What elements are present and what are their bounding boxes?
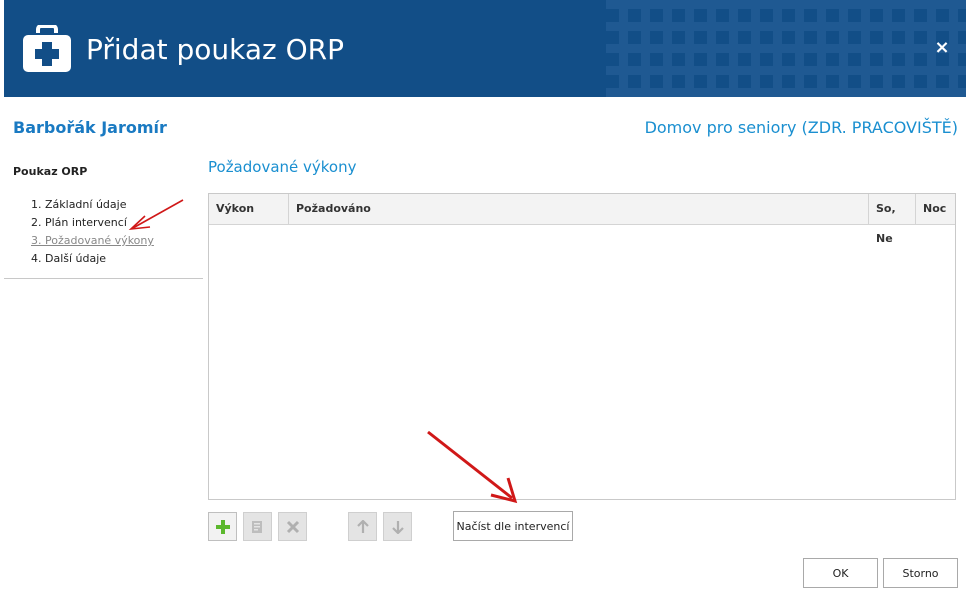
- edit-icon: [251, 520, 262, 533]
- column-header-requested[interactable]: Požadováno: [289, 194, 869, 224]
- step-other-info[interactable]: 4. Další údaje: [31, 250, 154, 268]
- ok-button[interactable]: OK: [803, 558, 878, 588]
- sidebar-divider: [4, 278, 203, 279]
- move-down-button[interactable]: [383, 512, 412, 541]
- cancel-button[interactable]: Storno: [883, 558, 958, 588]
- facility-name: Domov pro seniory (ZDR. PRACOVIŠTĚ): [644, 118, 958, 137]
- sidebar-title: Poukaz ORP: [13, 165, 88, 178]
- table-header: Výkon Požadováno So, Ne Noc: [209, 194, 955, 245]
- column-header-weekend[interactable]: So, Ne: [869, 194, 916, 245]
- section-title: Požadované výkony: [208, 158, 357, 176]
- column-header-night[interactable]: Noc: [916, 194, 955, 224]
- wizard-steps: 1. Základní údaje 2. Plán intervencí 3. …: [31, 196, 154, 268]
- close-button[interactable]: ×: [932, 38, 952, 58]
- plus-icon: [215, 519, 230, 534]
- edit-button[interactable]: [243, 512, 272, 541]
- step-basic-info[interactable]: 1. Základní údaje: [31, 196, 154, 214]
- delete-icon: [286, 520, 299, 533]
- step-required-services[interactable]: 3. Požadované výkony: [31, 232, 154, 250]
- load-from-interventions-button[interactable]: Načíst dle intervencí: [453, 511, 573, 541]
- step-intervention-plan[interactable]: 2. Plán intervencí: [31, 214, 154, 232]
- medical-kit-icon: [23, 25, 71, 72]
- arrow-down-icon: [391, 520, 404, 534]
- add-button[interactable]: [208, 512, 237, 541]
- column-header-service[interactable]: Výkon: [209, 194, 289, 224]
- services-table[interactable]: Výkon Požadováno So, Ne Noc: [208, 193, 956, 500]
- delete-button[interactable]: [278, 512, 307, 541]
- patient-name: Barbořák Jaromír: [13, 118, 167, 137]
- dialog-title: Přidat poukaz ORP: [86, 33, 345, 66]
- move-up-button[interactable]: [348, 512, 377, 541]
- dialog-header: Přidat poukaz ORP ×: [4, 0, 966, 97]
- arrow-up-icon: [356, 519, 369, 533]
- header-pattern: [606, 0, 966, 97]
